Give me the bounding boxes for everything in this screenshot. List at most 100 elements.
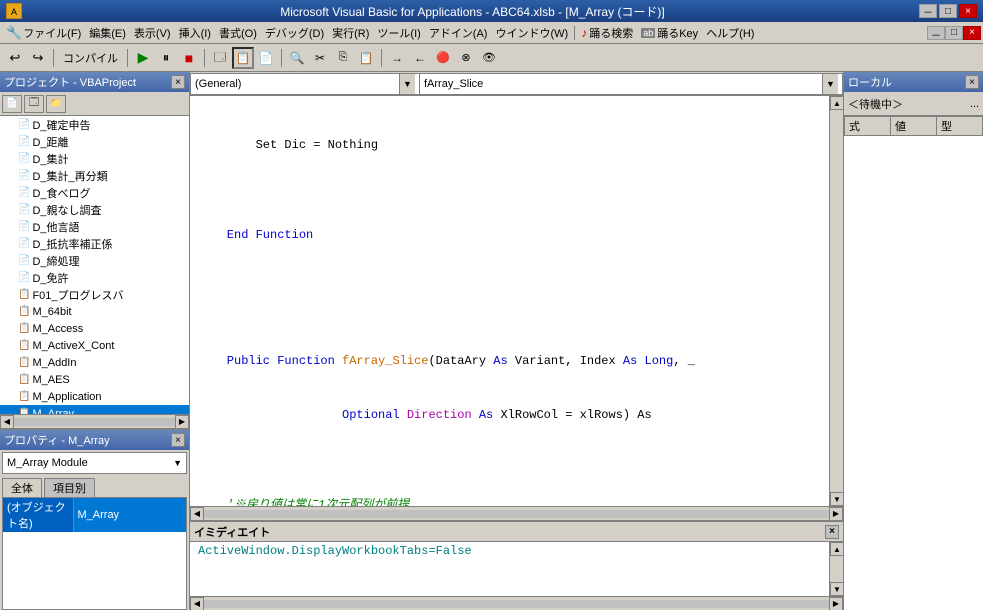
vscroll-up[interactable]: ▲ [830,96,843,110]
proj-toggle-folders[interactable]: 📁 [46,95,66,113]
toggle-watch-button[interactable]: 👁 [478,47,500,69]
proj-view-obj[interactable]: 🗔 [24,95,44,113]
cut-button[interactable]: ✂ [309,47,331,69]
props-row-name[interactable]: (オブジェクト名) M_Array [3,498,186,532]
window-inner-close[interactable]: × [963,26,981,40]
imm-hscroll-thumb[interactable] [204,600,829,608]
code-combo-right[interactable]: fArray_Slice ▼ [420,73,843,95]
tree-item-D-zeirishi[interactable]: 📄 D_確定申告 [0,116,189,133]
tree-item-M-AddIn[interactable]: 📋 M_AddIn [0,354,189,371]
imm-vscroll-up[interactable]: ▲ [830,542,843,556]
tree-item-F01[interactable]: 📋 F01_プログレスバ [0,286,189,303]
code-editor[interactable]: Set Dic = Nothing End Function Public Fu… [190,96,843,506]
window-inner-minimize[interactable]: － [927,26,945,40]
tree-item-D-shime[interactable]: 📄 D_締処理 [0,252,189,269]
locals-expand-btn[interactable]: ... [970,98,979,110]
redo-button[interactable]: ↪ [27,47,49,69]
toggle-bp-button[interactable]: 🔴 [432,47,454,69]
code-hscroll[interactable]: ◀ ▶ [190,506,843,520]
menu-key[interactable]: ab踊るKey [637,23,702,43]
immediate-hscroll[interactable]: ◀ ▶ [190,596,843,610]
menu-addins[interactable]: アドイン(A) [425,23,492,43]
props-dropdown[interactable]: M_Array Module ▼ [2,452,187,474]
module-button[interactable]: 📋 [232,47,254,69]
imm-hscroll-right[interactable]: ▶ [829,597,843,610]
vscroll-track[interactable] [830,110,843,492]
tree-item-M-Access[interactable]: 📋 M_Access [0,320,189,337]
stop-button[interactable]: ■ [178,47,200,69]
restore-button[interactable]: □ [939,4,957,18]
imm-vscroll-down[interactable]: ▼ [830,582,843,596]
menu-search[interactable]: ♪踊る検索 [577,23,637,43]
project-hscroll[interactable]: ◀ ▶ [0,414,189,428]
vscroll-down[interactable]: ▼ [830,492,843,506]
hscroll-right[interactable]: ▶ [829,507,843,521]
tree-item-D-ta[interactable]: 📄 D_他言語 [0,218,189,235]
tab-category[interactable]: 項目別 [44,478,95,497]
properties-panel: プロパティ - M_Array × M_Array Module ▼ 全体 項目… [0,430,189,610]
tree-item-D-shuukei2[interactable]: 📄 D_集計_再分類 [0,167,189,184]
hscroll-thumb[interactable] [204,510,829,518]
tree-item-D-oya[interactable]: 📄 D_親なし調査 [0,201,189,218]
clear-bp-button[interactable]: ⊗ [455,47,477,69]
menu-format[interactable]: 書式(O) [215,23,261,43]
module-icon: 📄 [18,238,30,249]
tree-item-M-64bit[interactable]: 📋 M_64bit [0,303,189,320]
run-button[interactable]: ▶ [132,47,154,69]
code-combo-left[interactable]: (General) ▼ [190,73,420,95]
code-vscroll[interactable]: ▲ ▼ [829,96,843,506]
tree-item-M-Application[interactable]: 📋 M_Application [0,388,189,405]
menu-insert[interactable]: 挿入(I) [175,23,215,43]
tree-item-M-Array[interactable]: 📋 M_Array [0,405,189,414]
menu-window[interactable]: ウインドウ(W) [491,23,572,43]
scroll-left[interactable]: ◀ [0,415,14,429]
immediate-vscroll[interactable]: ▲ ▼ [829,542,843,596]
tree-item-D-menkyo[interactable]: 📄 D_免許 [0,269,189,286]
props-close-btn[interactable]: × [171,433,185,447]
menu-view[interactable]: 表示(V) [130,23,175,43]
tree-item-D-kyori[interactable]: 📄 D_距離 [0,133,189,150]
project-close-btn[interactable]: × [171,75,185,89]
userform-button[interactable]: 🗔 [209,47,231,69]
proj-view-code[interactable]: 📄 [2,95,22,113]
imm-hscroll-left[interactable]: ◀ [190,597,204,610]
menu-run[interactable]: 実行(R) [328,23,373,43]
tree-item-D-shuukei[interactable]: 📄 D_集計 [0,150,189,167]
menu-edit[interactable]: 編集(E) [85,23,130,43]
combo-right-arrow: ▼ [822,74,838,94]
clasmodule-button[interactable]: 📄 [255,47,277,69]
minimize-button[interactable]: － [919,4,937,18]
hscroll-thumb[interactable] [14,418,175,426]
window-inner-restore[interactable]: □ [945,26,963,40]
outdent-button[interactable]: ← [409,47,431,69]
code-area: (General) ▼ fArray_Slice ▼ Set Dic = Not… [190,72,843,610]
find-button[interactable]: 🔍 [286,47,308,69]
code-line-6: Public Function fArray_Slice(DataAry As … [198,352,835,370]
module-icon: 📋 [18,323,30,334]
tree-item-D-food[interactable]: 📄 D_食べログ [0,184,189,201]
copy-button[interactable]: ⎘ [332,47,354,69]
immediate-close-btn[interactable]: × [825,525,839,539]
tree-item-D-teikou[interactable]: 📄 D_抵抗率補正係 [0,235,189,252]
menu-help[interactable]: ヘルプ(H) [702,23,758,43]
hscroll-left[interactable]: ◀ [190,507,204,521]
menu-tools[interactable]: ツール(I) [373,23,424,43]
close-button[interactable]: × [959,4,977,18]
menu-file[interactable]: 🔧 ファイル(F) [2,23,85,43]
tree-item-M-ActiveX[interactable]: 📋 M_ActiveX_Cont [0,337,189,354]
tab-all[interactable]: 全体 [2,478,42,497]
menu-debug[interactable]: デバッグ(D) [261,23,328,43]
imm-vscroll-track[interactable] [830,556,843,582]
module-icon: 📄 [18,170,30,181]
pause-button[interactable]: ⏸ [155,47,177,69]
module-icon: 📄 [18,221,30,232]
compile-button[interactable]: コンパイル [58,47,123,69]
locals-col-type: 型 [937,117,983,136]
paste-button[interactable]: 📋 [355,47,377,69]
undo-button[interactable]: ↩ [4,47,26,69]
indent-button[interactable]: → [386,47,408,69]
locals-close-btn[interactable]: × [965,75,979,89]
immediate-content[interactable]: ActiveWindow.DisplayWorkbookTabs=False [190,542,829,596]
tree-item-M-AES[interactable]: 📋 M_AES [0,371,189,388]
scroll-right[interactable]: ▶ [175,415,189,429]
